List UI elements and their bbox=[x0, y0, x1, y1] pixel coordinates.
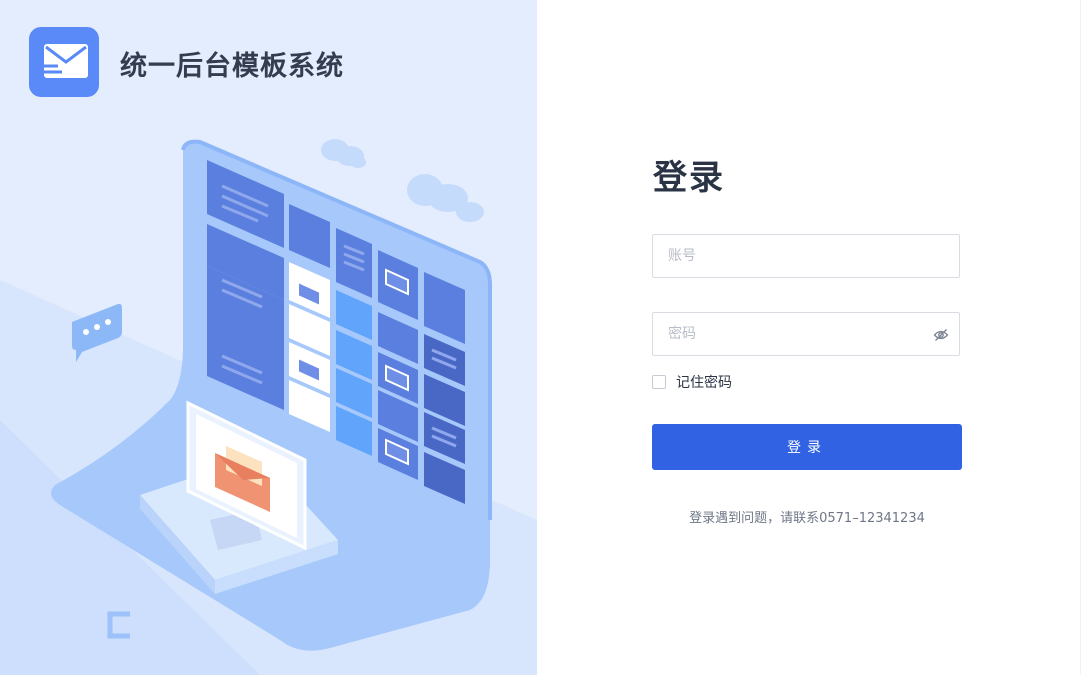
dashboard-illustration bbox=[51, 139, 492, 651]
login-title: 登录 bbox=[653, 158, 725, 198]
password-field[interactable] bbox=[652, 312, 960, 356]
remember-label: 记住密码 bbox=[676, 375, 732, 391]
username-field[interactable] bbox=[652, 234, 960, 278]
chat-bubble-icon bbox=[72, 303, 122, 362]
remember-password[interactable]: 记住密码 bbox=[652, 372, 732, 392]
mail-icon bbox=[38, 44, 88, 78]
app-title: 统一后台模板系统 bbox=[120, 51, 344, 82]
password-input[interactable] bbox=[653, 313, 959, 355]
eye-off-icon[interactable] bbox=[933, 327, 949, 343]
illustration-panel: 统一后台模板系统 bbox=[0, 0, 537, 675]
help-text: 登录遇到问题，请联系0571–12341234 bbox=[689, 511, 925, 526]
logo bbox=[29, 27, 99, 97]
login-button[interactable]: 登录 bbox=[652, 424, 962, 470]
username-input[interactable] bbox=[653, 235, 959, 277]
remember-checkbox[interactable] bbox=[652, 375, 666, 389]
